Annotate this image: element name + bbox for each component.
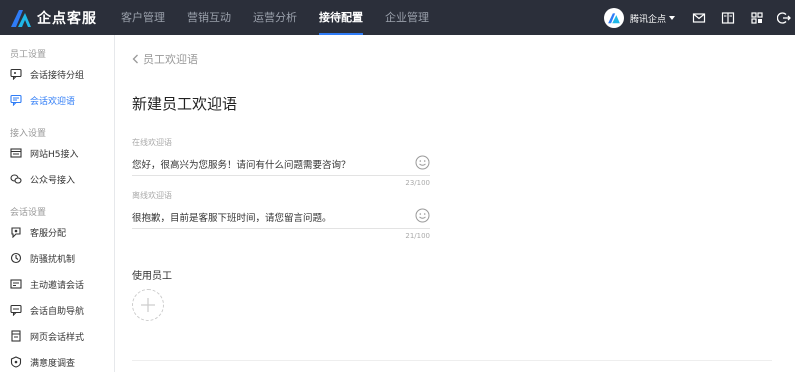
welcome-message-icon <box>10 94 22 106</box>
staff-section-label: 使用员工 <box>132 271 172 282</box>
mail-icon[interactable] <box>692 11 706 25</box>
main-content: 员工欢迎语 新建员工欢迎语 在线欢迎语 您好，很高兴为您服务！请问有什么问题需要… <box>116 35 795 372</box>
sidebar-item-welcome-message[interactable]: 会话欢迎语 <box>0 89 114 111</box>
plus-icon <box>141 298 155 312</box>
sidebar-item-label: 满意度调查 <box>30 358 76 369</box>
sidebar-section-access-settings: 接入设置 <box>10 129 47 139</box>
web-window-icon <box>10 148 22 158</box>
emoji-icon[interactable] <box>415 208 430 223</box>
add-staff-button[interactable] <box>132 289 164 321</box>
group-chat-icon <box>10 68 22 80</box>
app-logo[interactable]: 企点客服 <box>9 7 97 29</box>
app-name: 企点客服 <box>37 11 97 27</box>
survey-icon <box>10 356 22 368</box>
sidebar-item-label: 会话自助导航 <box>30 306 85 317</box>
nav-item-analytics[interactable]: 运营分析 <box>242 0 308 35</box>
sidebar-item-anti-harassment[interactable]: 防骚扰机制 <box>0 247 114 269</box>
top-navigation-bar: 企点客服 客户管理 营销互动 运营分析 接待配置 企业管理 腾讯企点 <box>0 0 795 35</box>
offline-welcome-counter: 21/100 <box>405 232 430 240</box>
nav-item-customer-management[interactable]: 客户管理 <box>110 0 176 35</box>
offline-welcome-input[interactable]: 很抱歉，目前是客服下班时间，请您留言问题。 <box>132 207 430 229</box>
sidebar-item-web-h5[interactable]: 网站H5接入 <box>0 142 114 164</box>
page-title: 新建员工欢迎语 <box>132 95 238 113</box>
sidebar-item-label: 网页会话样式 <box>30 332 85 343</box>
sidebar-item-group-chat[interactable]: 会话接待分组 <box>0 63 114 85</box>
chevron-down-icon <box>669 16 676 20</box>
wechat-icon <box>10 174 22 184</box>
back-link[interactable]: 员工欢迎语 <box>132 51 198 67</box>
sidebar-item-label: 防骚扰机制 <box>30 254 76 265</box>
sidebar-section-session-settings: 会话设置 <box>10 208 47 218</box>
sidebar-item-label: 客服分配 <box>30 228 67 239</box>
account-menu[interactable]: 腾讯企点 <box>604 8 676 28</box>
apps-grid-icon[interactable] <box>750 11 764 25</box>
chevron-left-icon <box>132 54 138 64</box>
page-style-icon <box>11 330 21 342</box>
sidebar-item-page-style[interactable]: 网页会话样式 <box>0 325 114 347</box>
online-welcome-counter: 23/100 <box>405 179 430 187</box>
logout-icon[interactable] <box>777 11 791 25</box>
sidebar-item-satisfaction-survey[interactable]: 满意度调查 <box>0 351 114 373</box>
assign-icon <box>11 227 21 238</box>
sidebar-section-staff-settings: 员工设置 <box>10 50 47 60</box>
book-icon[interactable] <box>721 11 735 25</box>
qidian-logo-icon <box>11 10 31 27</box>
sidebar-item-label: 会话接待分组 <box>30 70 85 81</box>
nav-item-marketing[interactable]: 营销互动 <box>176 0 242 35</box>
sidebar-item-label: 主动邀请会话 <box>30 280 85 291</box>
invite-icon <box>10 279 22 289</box>
main-nav: 客户管理 营销互动 运营分析 接待配置 企业管理 <box>110 0 440 35</box>
back-link-label: 员工欢迎语 <box>143 53 198 66</box>
sidebar-item-agent-assignment[interactable]: 客服分配 <box>0 221 114 243</box>
emoji-icon[interactable] <box>415 155 430 170</box>
offline-welcome-value: 很抱歉，目前是客服下班时间，请您留言问题。 <box>132 213 332 224</box>
sidebar-item-self-navigation[interactable]: 会话自助导航 <box>0 299 114 321</box>
sidebar-item-proactive-invite[interactable]: 主动邀请会话 <box>0 273 114 295</box>
online-welcome-label: 在线欢迎语 <box>132 138 172 147</box>
divider <box>132 360 772 361</box>
sidebar-item-label: 公众号接入 <box>30 175 76 186</box>
online-welcome-value: 您好，很高兴为您服务！请问有什么问题需要咨询？ <box>132 160 351 171</box>
navigation-icon <box>10 304 22 316</box>
account-logo-icon <box>608 13 620 24</box>
sidebar: 员工设置 会话接待分组 会话欢迎语 接入设置 网站H5接入 公众号接入 会话设置… <box>0 35 115 372</box>
nav-item-enterprise-management[interactable]: 企业管理 <box>374 0 440 35</box>
account-name: 腾讯企点 <box>630 14 667 25</box>
shield-icon <box>10 252 22 264</box>
sidebar-item-label: 会话欢迎语 <box>30 96 76 107</box>
avatar <box>604 8 624 28</box>
offline-welcome-label: 离线欢迎语 <box>132 191 172 200</box>
nav-item-reception-config[interactable]: 接待配置 <box>308 0 374 35</box>
sidebar-item-wechat[interactable]: 公众号接入 <box>0 168 114 190</box>
sidebar-item-label: 网站H5接入 <box>30 149 79 160</box>
online-welcome-input[interactable]: 您好，很高兴为您服务！请问有什么问题需要咨询？ <box>132 154 430 176</box>
